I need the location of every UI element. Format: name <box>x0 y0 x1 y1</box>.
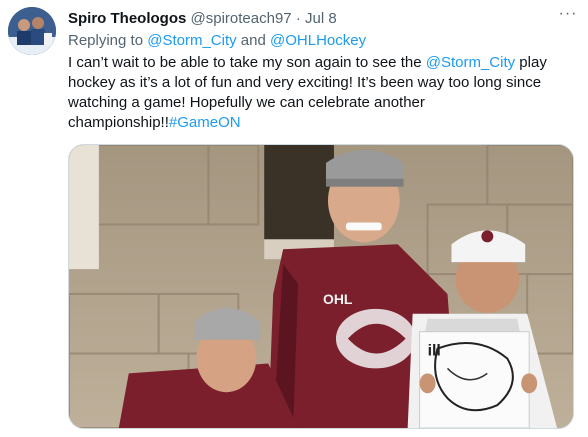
text-mention-storm-city[interactable]: @Storm_City <box>426 54 515 71</box>
author-name[interactable]: Spiro Theologos <box>68 10 186 27</box>
replying-to: Replying to @Storm_City and @OHLHockey <box>68 31 366 51</box>
reply-mention-ohlhockey[interactable]: @OHLHockey <box>270 32 366 49</box>
hashtag-gameon[interactable]: #GameON <box>169 114 241 131</box>
tweet-text-part1: I can’t wait to be able to take my son a… <box>68 54 426 71</box>
author-avatar[interactable] <box>8 7 56 55</box>
tweet-photo[interactable]: OHL ill <box>68 144 574 429</box>
tweet-text: I can’t wait to be able to take my son a… <box>68 53 568 133</box>
replying-to-prefix: Replying to <box>68 32 148 49</box>
replying-to-joiner: and <box>236 32 271 49</box>
photo-image: OHL ill <box>69 145 573 428</box>
sign-text: ill <box>428 343 441 360</box>
jersey-text: OHL <box>323 291 353 307</box>
avatar-image <box>8 7 56 55</box>
reply-mention-storm-city[interactable]: @Storm_City <box>147 32 236 49</box>
author-handle[interactable]: @spiroteach97 <box>191 10 292 27</box>
more-icon[interactable]: ··· <box>556 6 580 28</box>
header-separator: · <box>295 10 301 27</box>
tweet-date[interactable]: Jul 8 <box>305 10 337 27</box>
tweet-header: Spiro Theologos @spiroteach97 · Jul 8 <box>68 9 337 29</box>
